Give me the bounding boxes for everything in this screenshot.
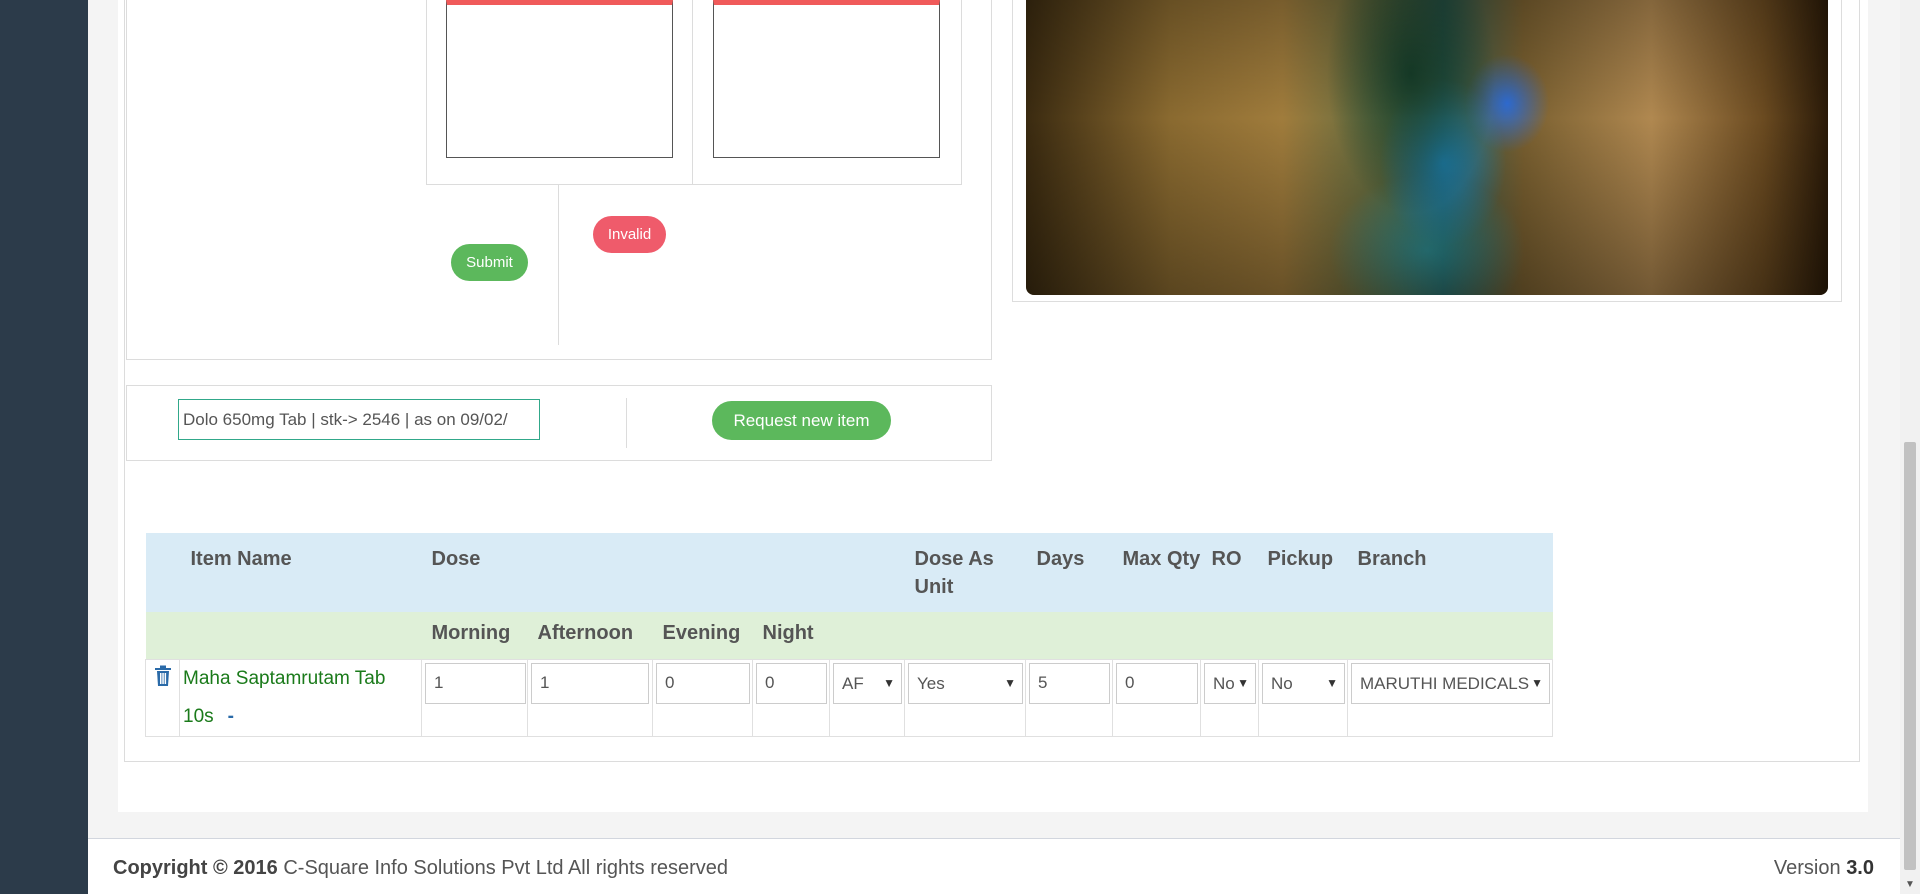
chevron-down-icon: ▼ <box>883 675 895 690</box>
header-days: Days <box>1036 548 1085 570</box>
subheader-spacer <box>180 612 422 659</box>
item-name: Maha Saptamrutam Tab 10s <box>183 667 386 727</box>
scroll-down-icon[interactable]: ▼ <box>1905 879 1915 890</box>
page-scrollbar[interactable]: ▼ <box>1900 0 1920 894</box>
pickup-cell: No ▼ <box>1258 658 1348 737</box>
subheader-spacer <box>146 612 180 659</box>
scrollbar-thumb[interactable] <box>1904 442 1916 870</box>
chevron-down-icon: ▼ <box>1237 675 1249 690</box>
signature-pad-right[interactable] <box>713 0 940 158</box>
pickup-value: No <box>1271 673 1293 693</box>
pad-divider <box>692 0 693 185</box>
header-ro: RO <box>1211 548 1242 570</box>
version-number: 3.0 <box>1846 857 1874 879</box>
max-qty-cell <box>1112 658 1201 737</box>
item-search-input[interactable]: Dolo 650mg Tab | stk-> 2546 | as on 09/0… <box>178 399 540 440</box>
company-name: C-Square Info Solutions Pvt Ltd All righ… <box>283 857 729 879</box>
subheader-morning: Morning <box>431 622 511 644</box>
morning-cell <box>421 658 528 737</box>
row-actions <box>145 658 180 737</box>
timing-select[interactable]: AF ▼ <box>833 662 902 704</box>
table-header-row: Item Name Dose Dose As Unit Days Max Qty… <box>145 533 1553 612</box>
version-text: Version 3.0 <box>1774 857 1874 880</box>
dose-as-unit-cell: Yes ▼ <box>904 658 1026 737</box>
remove-item-link[interactable]: - <box>228 706 234 727</box>
morning-dose-input[interactable] <box>425 662 526 704</box>
header-branch: Branch <box>1357 548 1427 570</box>
max-qty-input[interactable] <box>1116 662 1198 704</box>
request-new-item-button[interactable]: Request new item <box>712 401 891 440</box>
header-pickup: Pickup <box>1267 548 1334 570</box>
left-sidebar <box>0 0 88 894</box>
invalid-button[interactable]: Invalid <box>593 216 666 253</box>
timing-cell: AF ▼ <box>829 658 905 737</box>
chevron-down-icon: ▼ <box>1004 675 1016 690</box>
header-max-qty: Max Qty <box>1122 548 1201 570</box>
days-cell <box>1025 658 1113 737</box>
afternoon-cell <box>527 658 653 737</box>
branch-value: MARUTHI MEDICALS <box>1360 673 1530 693</box>
header-dose-as-unit: Dose As Unit <box>914 548 994 598</box>
subheader-spacer <box>830 612 1553 659</box>
signature-pad-left[interactable] <box>446 0 673 158</box>
panel-divider <box>558 185 559 345</box>
ro-select[interactable]: No ▼ <box>1204 662 1256 704</box>
version-label: Version <box>1773 857 1841 879</box>
dose-as-unit-select[interactable]: Yes ▼ <box>908 662 1023 704</box>
table-subheader-row: Morning Afternoon Evening Night <box>145 612 1553 659</box>
copyright-label: Copyright © 2016 <box>113 857 278 879</box>
subheader-afternoon: Afternoon <box>537 622 634 644</box>
chevron-down-icon: ▼ <box>1326 675 1338 690</box>
subheader-night: Night <box>762 622 814 644</box>
header-spacer <box>146 533 180 612</box>
days-input[interactable] <box>1029 662 1110 704</box>
item-search-value: Dolo 650mg Tab | stk-> 2546 | as on 09/0… <box>183 410 508 429</box>
timing-value: AF <box>842 673 864 693</box>
table-row: Maha Saptamrutam Tab 10s- AF▼ Yes▼ No▼ N… <box>145 658 1553 737</box>
submit-button[interactable]: Submit <box>451 244 528 281</box>
ro-cell: No ▼ <box>1200 658 1259 737</box>
subheader-evening: Evening <box>662 622 741 644</box>
header-dose: Dose <box>431 548 481 570</box>
night-dose-input[interactable] <box>756 662 827 704</box>
dose-as-unit-value: Yes <box>917 673 945 693</box>
afternoon-dose-input[interactable] <box>531 662 649 704</box>
medication-table: Item Name Dose Dose As Unit Days Max Qty… <box>145 533 1553 737</box>
chevron-down-icon: ▼ <box>1531 675 1543 690</box>
search-divider <box>626 398 627 448</box>
footer: Copyright © 2016 C-Square Info Solutions… <box>88 838 1900 894</box>
prescription-image <box>1026 0 1828 295</box>
branch-select[interactable]: MARUTHI MEDICALS ▼ <box>1351 662 1550 704</box>
night-cell <box>752 658 830 737</box>
pickup-select[interactable]: No ▼ <box>1262 662 1345 704</box>
branch-cell: MARUTHI MEDICALS ▼ <box>1347 658 1553 737</box>
evening-dose-input[interactable] <box>656 662 750 704</box>
header-item-name: Item Name <box>190 548 292 570</box>
trash-icon[interactable] <box>154 665 172 687</box>
ro-value: No <box>1213 673 1235 693</box>
copyright-text: Copyright © 2016 C-Square Info Solutions… <box>113 857 728 880</box>
item-name-cell: Maha Saptamrutam Tab 10s - <box>179 658 422 737</box>
evening-cell <box>652 658 753 737</box>
